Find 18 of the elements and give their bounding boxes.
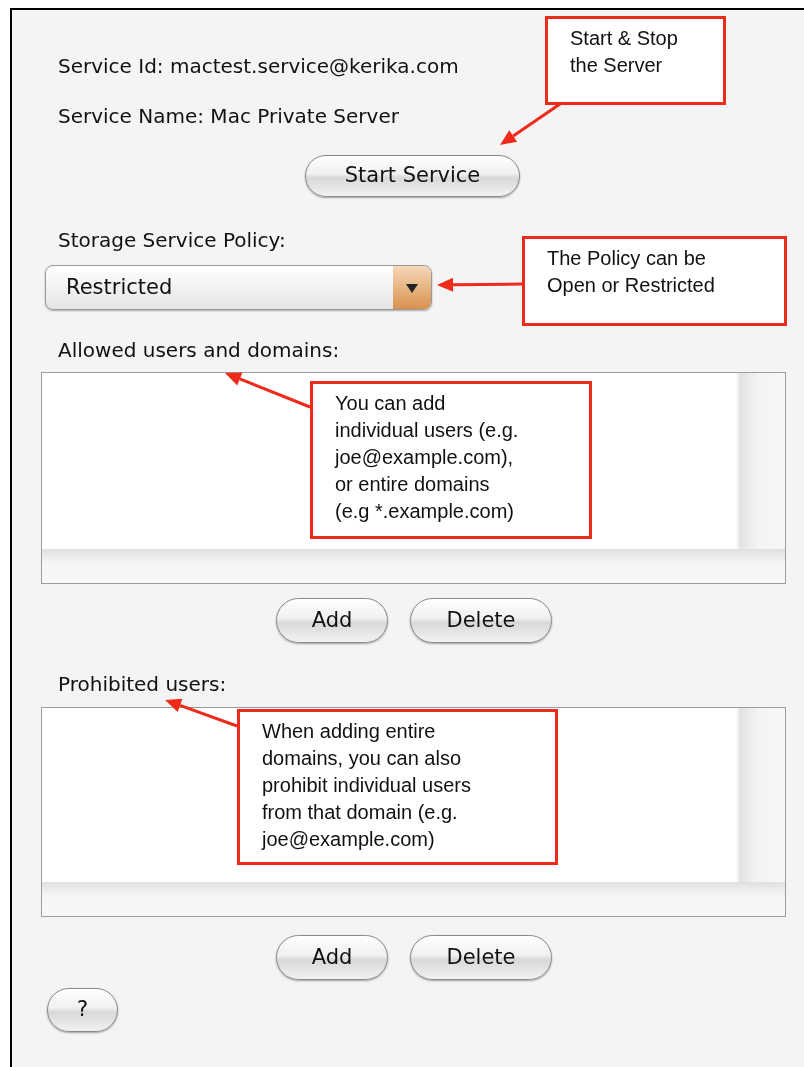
arrow	[500, 102, 561, 145]
add-button[interactable]: Add	[276, 935, 388, 980]
service-name-text: Service Name: Mac Private Server	[58, 103, 399, 130]
policy-label: Storage Service Policy:	[58, 227, 286, 254]
caret-icon	[393, 266, 431, 309]
service-id-text: Service Id: mactest.service@kerika.com	[58, 53, 459, 80]
callout-note: The Policy can be Open or Restricted	[522, 236, 787, 326]
help-button[interactable]: ?	[47, 988, 118, 1032]
callout-note: You can add individual users (e.g. joe@example.com), or entire domains (e.g *.example.com)	[310, 381, 592, 539]
delete-button[interactable]: Delete	[410, 935, 552, 980]
policy-dropdown[interactable]: Restricted	[45, 265, 432, 310]
list-label: Prohibited users:	[58, 671, 227, 698]
list-label: Allowed users and domains:	[58, 337, 340, 364]
callout-note: When adding entire domains, you can also prohibit individual users from that domain (e.g. joe@example.com)	[237, 709, 558, 865]
add-button[interactable]: Add	[276, 598, 388, 643]
callout-note: Start & Stop the Server	[545, 16, 726, 105]
start-service-button[interactable]: Start Service	[305, 155, 520, 197]
delete-button[interactable]: Delete	[410, 598, 552, 643]
